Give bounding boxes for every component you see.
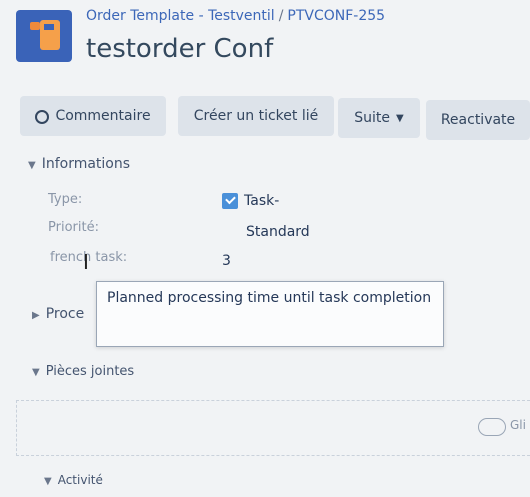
- project-avatar[interactable]: [16, 10, 72, 62]
- french-task-value[interactable]: 3: [222, 253, 231, 269]
- create-linked-ticket-button[interactable]: Créer un ticket lié: [178, 96, 334, 136]
- comment-button-label: Commentaire: [55, 108, 151, 124]
- section-process-title: Proce: [45, 306, 85, 322]
- type-value: Task-: [222, 193, 279, 209]
- chevron-down-icon: ▼: [32, 367, 40, 378]
- priority-label: Priorité:: [48, 220, 99, 235]
- priority-value[interactable]: Standard: [246, 224, 310, 240]
- breadcrumb-separator: /: [278, 8, 284, 24]
- more-actions-dropdown[interactable]: Suite ▼: [338, 98, 420, 138]
- breadcrumb-issue-link[interactable]: PTVCONF-255: [287, 8, 385, 24]
- section-activity-title: Activité: [57, 473, 103, 487]
- upload-cloud-icon: [478, 418, 506, 436]
- section-process-toggle[interactable]: ▶ Proce: [32, 306, 84, 322]
- breadcrumb-project-link[interactable]: Order Template - Testventil: [86, 8, 275, 24]
- chevron-down-icon: ▼: [44, 476, 52, 487]
- create-linked-ticket-label: Créer un ticket lié: [193, 108, 319, 124]
- section-activity-toggle[interactable]: ▼ Activité: [44, 473, 103, 487]
- type-label: Type:: [48, 192, 83, 207]
- dropzone-label: Gli: [510, 418, 526, 432]
- chevron-down-icon: ▼: [396, 112, 404, 124]
- section-attachments-title: Pièces jointes: [45, 364, 135, 379]
- section-attachments-toggle[interactable]: ▼ Pièces jointes: [32, 364, 134, 379]
- task-type-icon: [222, 193, 238, 209]
- attachment-dropzone[interactable]: [16, 400, 530, 456]
- chevron-down-icon: ▼: [28, 160, 36, 171]
- more-actions-label: Suite: [354, 110, 391, 126]
- type-value-text: Task-: [244, 193, 280, 209]
- comment-icon: [35, 110, 50, 124]
- section-informations-title: Informations: [41, 156, 131, 172]
- project-logo-icon: [30, 22, 40, 30]
- section-informations-toggle[interactable]: ▼ Informations: [28, 156, 130, 172]
- breadcrumb: Order Template - Testventil / PTVCONF-255: [86, 8, 385, 24]
- reactivate-button[interactable]: Reactivate: [426, 100, 530, 140]
- issue-title[interactable]: testorder Conf: [86, 34, 273, 64]
- field-description-tooltip: Planned processing time until task compl…: [96, 281, 444, 347]
- reactivate-label: Reactivate: [440, 112, 516, 128]
- comment-button[interactable]: Commentaire: [20, 96, 166, 136]
- text-cursor-icon: I: [83, 250, 89, 274]
- chevron-right-icon: ▶: [32, 310, 40, 321]
